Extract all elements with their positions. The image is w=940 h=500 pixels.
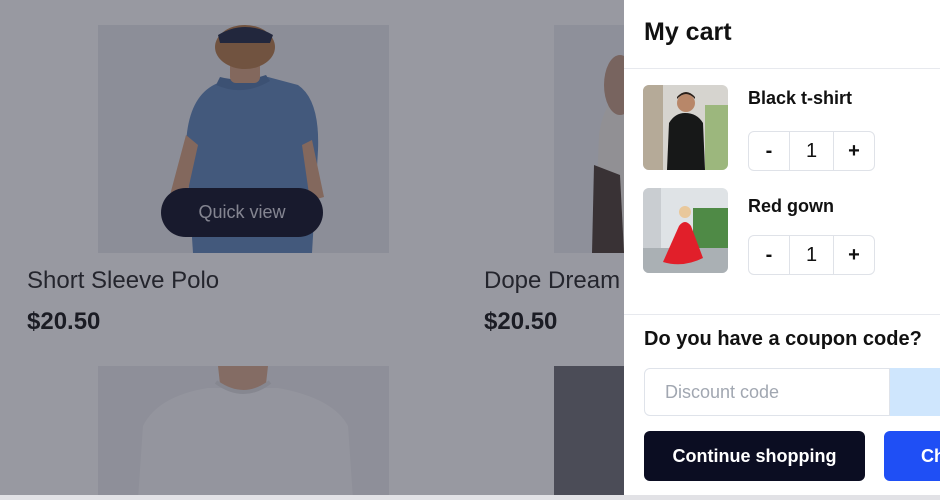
quantity-value: 1	[789, 236, 834, 274]
cart-drawer: My cart Black t-shirt - 1 + Red gown - 1…	[624, 0, 940, 500]
quantity-value: 1	[789, 132, 834, 170]
cart-item-image-red-gown[interactable]	[643, 188, 728, 273]
cart-item-image-black-tshirt[interactable]	[643, 85, 728, 170]
decrease-quantity-button[interactable]: -	[749, 236, 789, 274]
bottom-scrollbar[interactable]	[0, 495, 940, 500]
discount-code-input[interactable]	[644, 368, 890, 416]
checkout-button[interactable]: Ch	[884, 431, 940, 481]
continue-shopping-button[interactable]: Continue shopping	[644, 431, 865, 481]
cart-title: My cart	[644, 18, 732, 46]
apply-coupon-button[interactable]	[890, 368, 940, 416]
increase-quantity-button[interactable]: +	[834, 132, 874, 170]
increase-quantity-button[interactable]: +	[834, 236, 874, 274]
cart-item-name[interactable]: Black t-shirt	[748, 88, 852, 109]
coupon-heading: Do you have a coupon code?	[644, 328, 922, 350]
decrease-quantity-button[interactable]: -	[749, 132, 789, 170]
divider	[624, 68, 940, 69]
cart-item-name[interactable]: Red gown	[748, 196, 834, 217]
quantity-stepper: - 1 +	[748, 235, 875, 275]
divider	[624, 314, 940, 315]
quantity-stepper: - 1 +	[748, 131, 875, 171]
